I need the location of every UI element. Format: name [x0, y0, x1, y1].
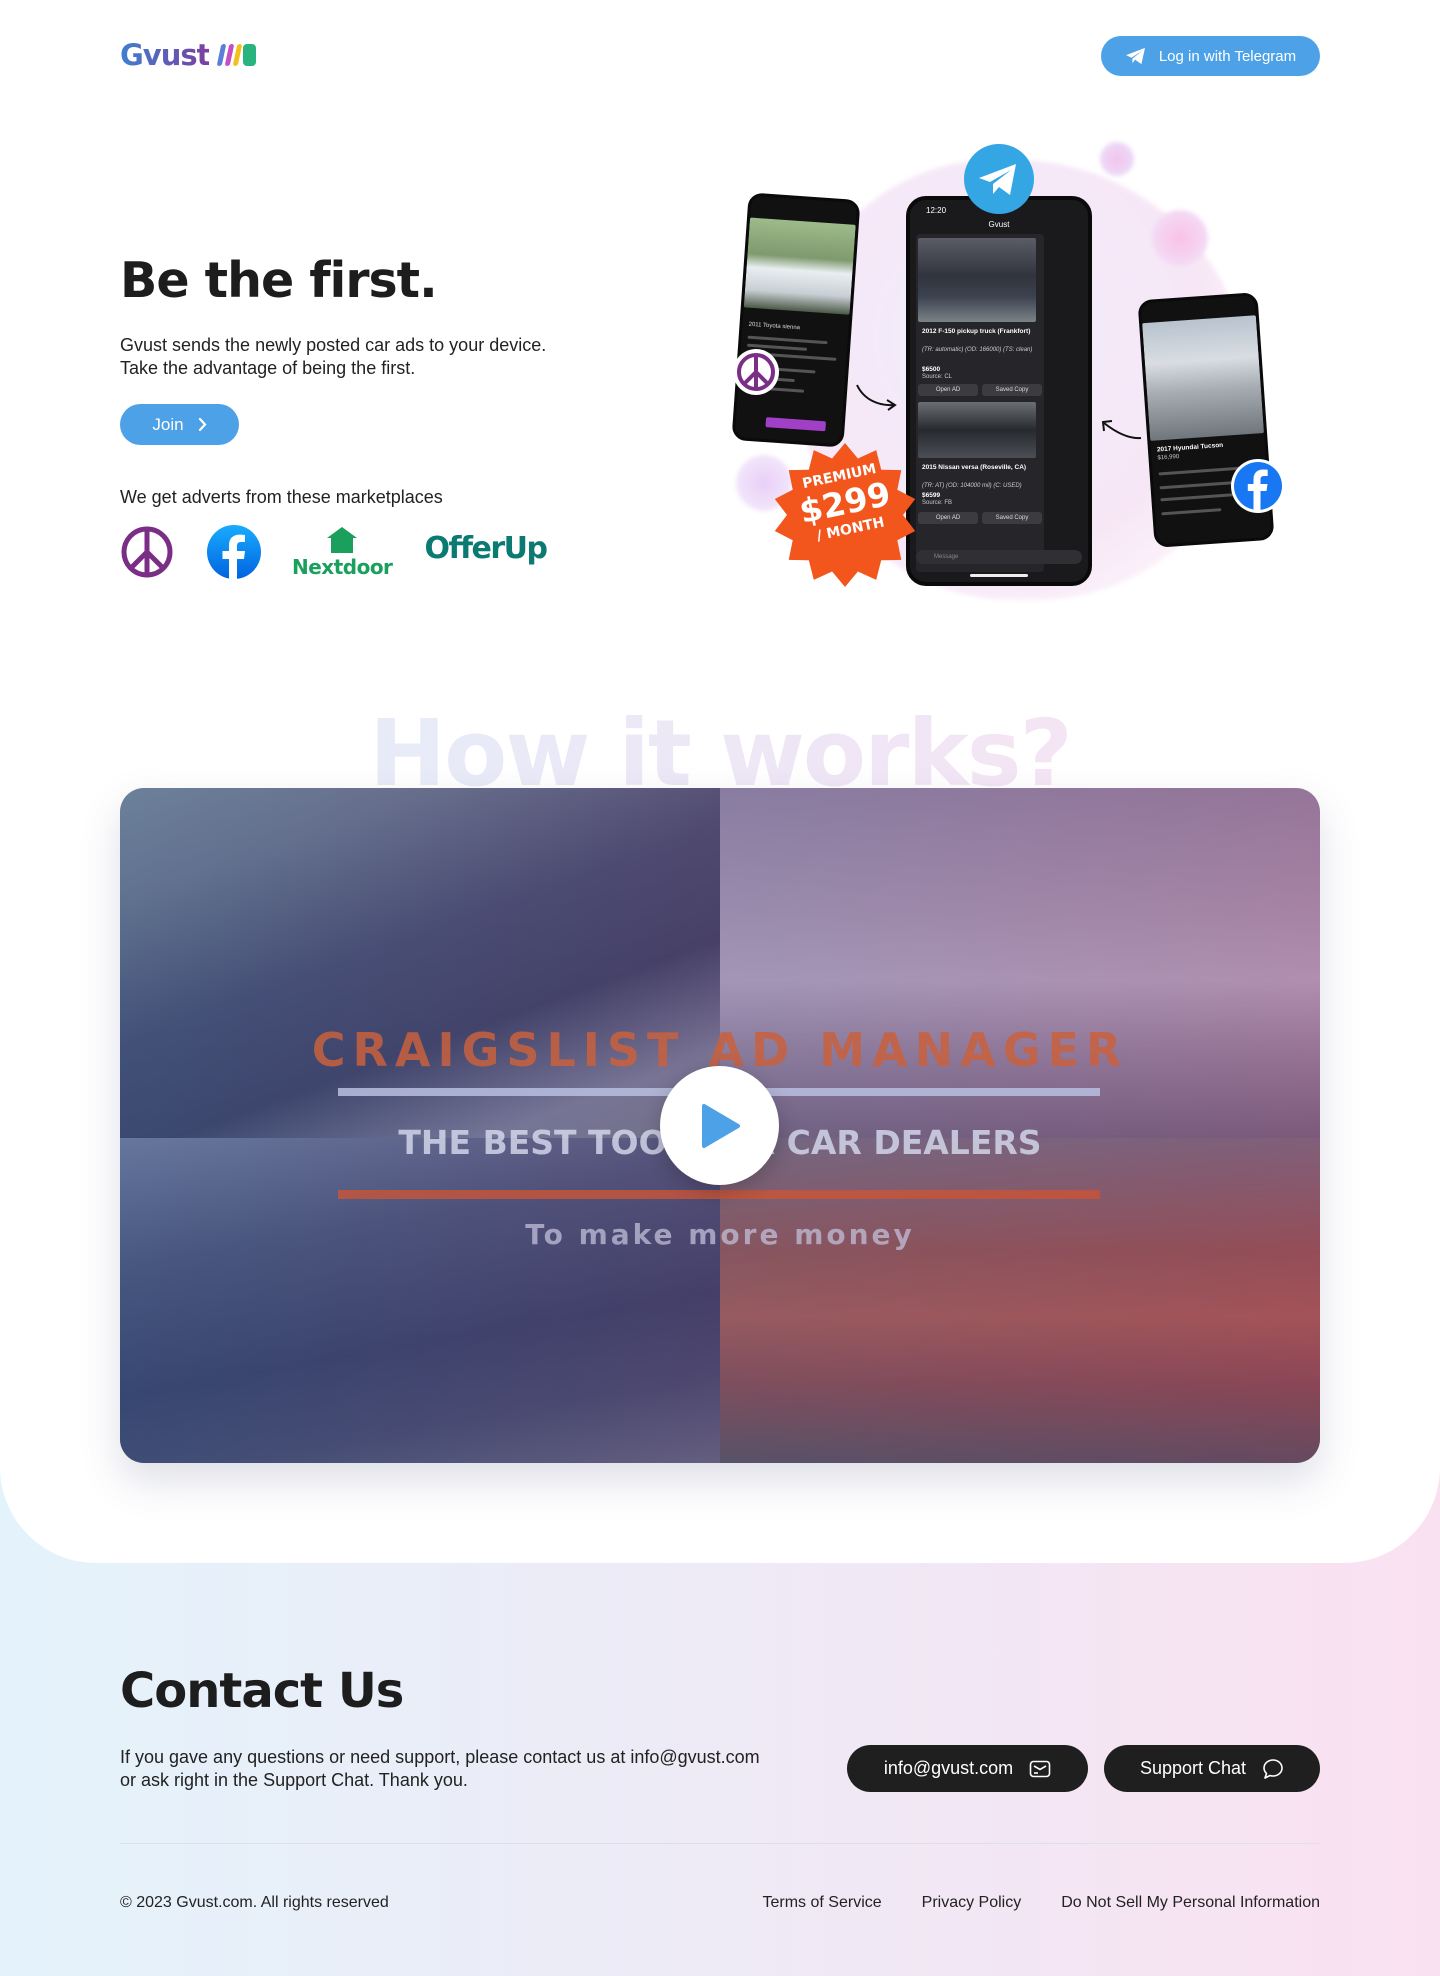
phone-craigslist: 2011 Toyota sienna	[731, 192, 861, 448]
truck-photo	[918, 238, 1036, 322]
support-chat-label: Support Chat	[1139, 1758, 1247, 1778]
craigslist-badge-icon	[733, 349, 779, 395]
mail-icon	[1029, 1760, 1051, 1777]
hero-description: Gvust sends the newly posted car ads to …	[120, 334, 620, 380]
hero-title: Be the first.	[120, 252, 438, 309]
ad2-source: Source: FB	[922, 500, 953, 506]
marketplaces-label: We get adverts from these marketplaces	[120, 487, 443, 507]
ad2-price: $6599	[922, 492, 941, 499]
nissan-photo	[918, 402, 1036, 458]
video-tagline: To make more money	[525, 1218, 915, 1251]
marketplace-logos: Nextdoor OfferUp	[120, 522, 548, 582]
play-button[interactable]	[660, 1066, 779, 1185]
phone-telegram-chat: 12:20 Gvust 2012 F-150 pickup truck (Fra…	[906, 196, 1092, 586]
ad2-title: 2015 Nissan versa (Roseville, CA)	[922, 464, 1027, 471]
contact-title: Contact Us	[120, 1663, 404, 1719]
chat-bubble-icon	[1263, 1758, 1283, 1779]
privacy-link[interactable]: Privacy Policy	[922, 1894, 1022, 1912]
video-divider	[338, 1190, 1100, 1199]
chevron-right-icon	[198, 418, 207, 431]
ad1-details: (TR: automatic) (OD: 166000) (TS: clean)	[922, 347, 1033, 353]
premium-price-badge: PREMIUM $299 / MONTH	[770, 440, 920, 590]
arrow-icon	[856, 384, 897, 411]
hero-desc-line2: Take the advantage of being the first.	[120, 358, 416, 378]
saved-copy-button[interactable]: Saved Copy	[982, 512, 1042, 524]
facebook-badge-icon	[1231, 459, 1285, 513]
terms-link[interactable]: Terms of Service	[763, 1894, 882, 1912]
telegram-login-button[interactable]: Log in with Telegram	[1101, 36, 1320, 76]
offerup-logo: OfferUp	[424, 530, 548, 566]
nextdoor-wordmark: Nextdoor	[292, 555, 393, 579]
copyright-text: © 2023 Gvust.com. All rights reserved	[120, 1894, 389, 1911]
footer-links: Terms of Service Privacy Policy Do Not S…	[763, 1894, 1321, 1912]
open-ad-button[interactable]: Open AD	[918, 512, 978, 524]
do-not-sell-link[interactable]: Do Not Sell My Personal Information	[1061, 1894, 1320, 1912]
telegram-login-label: Log in with Telegram	[1158, 47, 1297, 65]
site-header: Gvust Log in with Telegram	[120, 36, 1320, 76]
open-ad-button[interactable]: Open AD	[918, 384, 978, 396]
email-label: info@gvust.com	[883, 1758, 1014, 1778]
chat-title: Gvust	[988, 220, 1010, 229]
logo-wordmark: Gvust	[120, 38, 210, 72]
join-label: Join	[152, 414, 184, 434]
support-chat-button[interactable]: Support Chat	[1104, 1745, 1320, 1792]
logo-mark-icon	[217, 44, 257, 66]
arrow-icon	[1101, 420, 1142, 440]
ad1-title: 2012 F-150 pickup truck (Frankfort)	[922, 328, 1031, 335]
saved-copy-label: Saved Copy	[995, 387, 1029, 393]
open-ad-label: Open AD	[935, 387, 961, 393]
message-input[interactable]: Message	[916, 550, 1082, 564]
open-ad-label: Open AD	[935, 515, 961, 521]
ad-title: 2011 Toyota sienna	[748, 321, 801, 332]
saved-copy-button[interactable]: Saved Copy	[982, 384, 1042, 396]
hero-desc-line1: Gvust sends the newly posted car ads to …	[120, 335, 547, 355]
tucson-photo	[1142, 315, 1265, 441]
ad1-price: $6500	[922, 366, 941, 373]
ad2-details: (TR: AT) (OD: 104000 mil) (C: USED)	[922, 483, 1022, 489]
play-icon	[701, 1103, 740, 1148]
contact-desc-line2: or ask right in the Support Chat. Thank …	[120, 1770, 468, 1790]
ad1-source: Source: CL	[922, 374, 953, 380]
facebook-icon	[207, 525, 261, 580]
join-button[interactable]: Join	[120, 404, 239, 445]
saved-copy-label: Saved Copy	[995, 515, 1029, 521]
video-player[interactable]: CRAIGSLIST AD MANAGER THE BEST TOOL FOR …	[120, 788, 1320, 1463]
telegram-icon	[964, 144, 1034, 214]
phone-time: 12:20	[926, 206, 947, 215]
car-photo	[743, 217, 856, 315]
contact-desc-line1: If you gave any questions or need suppor…	[120, 1747, 760, 1767]
nextdoor-logo: Nextdoor	[292, 525, 393, 579]
fb-ad-title: 2017 Hyundai Tucson	[1156, 441, 1224, 454]
telegram-plane-icon	[1125, 47, 1145, 65]
craigslist-peace-icon	[121, 526, 173, 578]
main-content-card: Gvust Log in with Telegram Be the first.…	[0, 0, 1440, 1563]
footer-divider	[120, 1843, 1320, 1844]
email-button[interactable]: info@gvust.com	[847, 1745, 1088, 1792]
decor-dot	[1100, 142, 1134, 176]
nextdoor-house-icon	[327, 527, 358, 553]
contact-description: If you gave any questions or need suppor…	[120, 1746, 840, 1792]
logo[interactable]: Gvust	[120, 38, 257, 72]
fb-ad-price: $16,990	[1157, 453, 1180, 462]
decor-dot	[1152, 210, 1208, 266]
message-placeholder: Message	[934, 554, 959, 560]
